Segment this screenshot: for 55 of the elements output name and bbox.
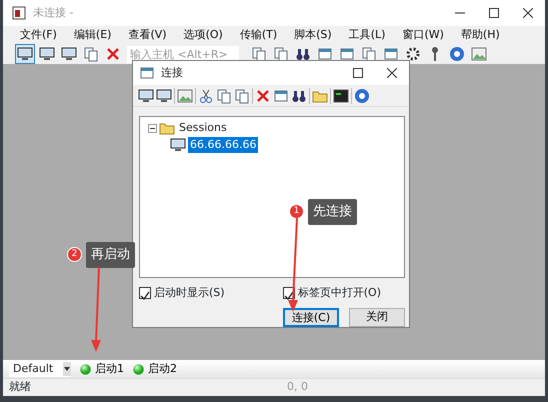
menu-item[interactable]: 传输(T): [238, 26, 278, 44]
dialog-button[interactable]: 连接(C): [283, 308, 339, 326]
annotation-label: 先连接: [308, 199, 357, 224]
window-icon[interactable]: [273, 88, 289, 104]
menu-item[interactable]: 查看(V): [127, 26, 168, 44]
menu-item[interactable]: 编辑(E): [72, 26, 112, 44]
status-message: 就绪: [9, 379, 31, 396]
window-icon[interactable]: [383, 46, 399, 62]
monitor-icon[interactable]: [156, 88, 172, 104]
menu-item[interactable]: 工具(L): [348, 26, 386, 44]
monitor-icon[interactable]: [61, 46, 77, 62]
monitor-icon[interactable]: [39, 46, 55, 62]
annotation-label: 再启动: [86, 242, 135, 268]
close-icon[interactable]: [387, 68, 397, 78]
ball-icon: [79, 362, 92, 376]
window-icon[interactable]: [339, 46, 355, 62]
window-title: 未连接 -: [33, 4, 74, 21]
maximize-icon[interactable]: [353, 68, 363, 78]
window-icon[interactable]: [317, 46, 333, 62]
launch-button[interactable]: 启动2: [132, 360, 177, 378]
menu-item[interactable]: 选项(O): [182, 26, 224, 44]
dialog-title: 连接: [161, 64, 183, 81]
copy-icon[interactable]: [216, 88, 232, 104]
copy-icon[interactable]: [234, 88, 250, 104]
session-dropdown[interactable]: Default: [9, 361, 71, 377]
launch-button[interactable]: 启动1: [79, 360, 124, 378]
folder-item[interactable]: Sessions: [177, 120, 229, 136]
ball-icon: [132, 362, 145, 376]
checkbox[interactable]: [139, 287, 151, 300]
copy-icon[interactable]: [83, 46, 99, 62]
delete-icon[interactable]: [255, 88, 271, 104]
window-icon: [139, 65, 155, 81]
maximize-icon[interactable]: [489, 8, 499, 18]
monitor-icon: [170, 136, 186, 153]
monitor-icon[interactable]: [138, 88, 154, 104]
checkbox-label: 启动时显示(S): [154, 285, 225, 301]
menu-item[interactable]: 窗口(W): [401, 26, 445, 44]
dialog-button[interactable]: 关闭: [349, 308, 405, 326]
expander-icon[interactable]: [148, 124, 157, 133]
checkbox-label: 标签页中打开(O): [298, 285, 381, 301]
monitor-icon[interactable]: [17, 46, 33, 62]
picture-icon[interactable]: [177, 88, 193, 104]
app-icon: [11, 5, 27, 21]
binoculars-icon[interactable]: [295, 46, 311, 62]
session-item[interactable]: 66.66.66.66: [188, 136, 258, 153]
cut-icon[interactable]: [198, 88, 214, 104]
picture-icon[interactable]: [471, 46, 487, 62]
menu-item[interactable]: 帮助(H): [460, 26, 501, 44]
menu-item[interactable]: 文件(F): [19, 26, 58, 44]
cursor-position: 0, 0: [287, 379, 308, 396]
close-icon[interactable]: [523, 8, 533, 18]
menu-item[interactable]: 脚本(S): [293, 26, 333, 44]
session-name: Default: [13, 360, 54, 377]
delete-icon[interactable]: [105, 46, 121, 62]
terminal-icon[interactable]: [333, 88, 349, 104]
